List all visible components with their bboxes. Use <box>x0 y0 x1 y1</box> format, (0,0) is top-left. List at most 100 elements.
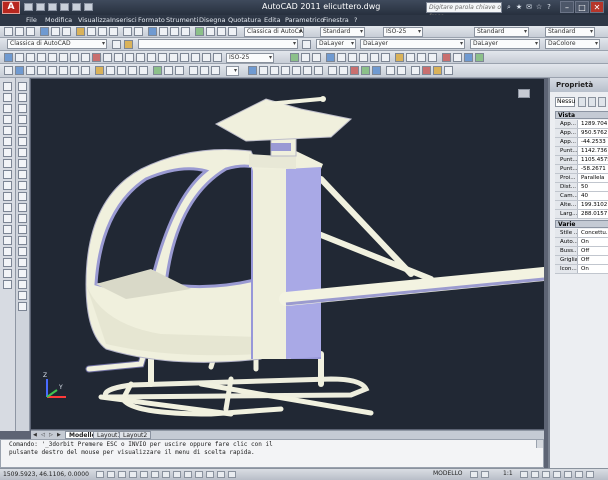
chamfer-icon[interactable] <box>18 236 27 245</box>
3d-object-snap-icon[interactable] <box>151 471 159 478</box>
realistic-icon[interactable] <box>464 53 473 62</box>
polygon-icon[interactable] <box>3 115 12 124</box>
union-icon[interactable] <box>153 66 162 75</box>
current-layer-dropdown[interactable] <box>138 39 298 49</box>
sw-iso-icon[interactable] <box>395 53 404 62</box>
extend-icon[interactable] <box>18 192 27 201</box>
revolve-icon[interactable] <box>128 66 137 75</box>
jogged-linear-icon[interactable] <box>180 53 189 62</box>
ducs-icon[interactable] <box>173 471 181 478</box>
torus-icon[interactable] <box>70 66 79 75</box>
dim-style-control-dropdown[interactable]: ISO-25 <box>226 53 274 63</box>
revcloud-icon[interactable] <box>3 159 12 168</box>
help-icon[interactable]: ? <box>545 3 553 11</box>
mirror-icon[interactable] <box>18 104 27 113</box>
cone-icon[interactable] <box>37 66 46 75</box>
dim-style-dropdown[interactable]: ISO-25 <box>383 27 423 37</box>
new-icon[interactable] <box>4 27 13 36</box>
ortho-mode-icon[interactable] <box>118 471 126 478</box>
isolate-objects-icon[interactable] <box>564 471 572 478</box>
property-value[interactable]: 1289.704 <box>579 120 608 128</box>
undo-icon[interactable] <box>123 27 132 36</box>
cut-icon[interactable] <box>76 27 85 36</box>
center-mark-icon[interactable] <box>158 53 167 62</box>
3d-rotate-icon[interactable] <box>200 66 209 75</box>
linear-dim-icon[interactable] <box>4 53 13 62</box>
menu-visualizza[interactable]: Visualizza <box>78 16 110 24</box>
section-vista[interactable]: Vista <box>555 111 608 119</box>
diameter-icon[interactable] <box>70 53 79 62</box>
otrack-icon[interactable] <box>162 471 170 478</box>
quick-view-drawings-icon[interactable] <box>481 471 489 478</box>
construction-line-icon[interactable] <box>3 93 12 102</box>
viewport-dropdown[interactable] <box>226 66 239 76</box>
conceptual-icon[interactable] <box>475 53 484 62</box>
ucs-view-icon[interactable] <box>303 66 312 75</box>
nw-iso-icon[interactable] <box>428 53 437 62</box>
free-orbit-icon[interactable] <box>301 53 310 62</box>
lineweight-dropdown[interactable]: DaLayer <box>470 39 540 49</box>
selection-cycling-icon[interactable] <box>228 471 236 478</box>
toggle-pickadd-icon[interactable] <box>578 97 586 107</box>
open-file-icon[interactable] <box>36 3 45 11</box>
line-icon[interactable] <box>3 82 12 91</box>
rectangle-icon[interactable] <box>3 126 12 135</box>
next-tab-icon[interactable]: ▷ <box>49 432 55 438</box>
layer-state-icon[interactable] <box>124 40 133 49</box>
move-icon[interactable] <box>18 137 27 146</box>
communication-center-icon[interactable]: ✉ <box>525 3 533 11</box>
menu-formato[interactable]: Formato <box>138 16 165 24</box>
menu-edita[interactable]: Edita <box>264 16 281 24</box>
rotate-icon[interactable] <box>18 148 27 157</box>
continuous-orbit-icon[interactable] <box>312 53 321 62</box>
layer-manager-icon[interactable] <box>112 40 121 49</box>
view-right-icon[interactable] <box>359 53 368 62</box>
tool-palettes-icon[interactable] <box>217 27 226 36</box>
close-button[interactable]: ✕ <box>590 1 604 13</box>
annotation-scale[interactable]: 1:1 <box>503 470 513 477</box>
mtext-icon[interactable] <box>3 280 12 289</box>
last-tab-icon[interactable]: ▶ <box>57 432 63 438</box>
sweep-icon[interactable] <box>117 66 126 75</box>
explode-icon[interactable] <box>18 258 27 267</box>
preview-icon[interactable] <box>51 27 60 36</box>
design-center-icon[interactable] <box>206 27 215 36</box>
inspection-icon[interactable] <box>169 53 178 62</box>
fillet-icon[interactable] <box>18 247 27 256</box>
offset-icon[interactable] <box>18 115 27 124</box>
menu-modifica[interactable]: Modifica <box>45 16 72 24</box>
grid-display-icon[interactable] <box>107 471 115 478</box>
select-objects-icon[interactable] <box>588 97 596 107</box>
space-icon[interactable] <box>125 53 134 62</box>
property-value[interactable]: Off <box>579 247 608 255</box>
print-icon[interactable] <box>40 27 49 36</box>
ellipse-arc-icon[interactable] <box>3 192 12 201</box>
ucs-icon[interactable] <box>248 66 257 75</box>
menu-finestra[interactable]: Finestra <box>323 16 349 24</box>
minimize-button[interactable]: – <box>560 1 574 13</box>
print-icon[interactable] <box>60 3 69 11</box>
menu-quotatura[interactable]: Quotatura <box>228 16 261 24</box>
box-icon[interactable] <box>15 66 24 75</box>
undo-icon[interactable] <box>72 3 81 11</box>
text-style-dropdown[interactable]: Standard <box>320 27 365 37</box>
copy-icon[interactable] <box>87 27 96 36</box>
circle-icon[interactable] <box>3 148 12 157</box>
drawing-viewport[interactable]: Z Y <box>31 79 544 429</box>
point-icon[interactable] <box>3 225 12 234</box>
ucs-origin-icon[interactable] <box>314 66 323 75</box>
property-value[interactable]: -44.2533 <box>579 138 608 146</box>
view-back-icon[interactable] <box>381 53 390 62</box>
zoom-realtime-icon[interactable] <box>159 27 168 36</box>
dim-text-edit-icon[interactable] <box>202 53 211 62</box>
se-iso-icon[interactable] <box>406 53 415 62</box>
arc-length-icon[interactable] <box>26 53 35 62</box>
clean-screen-icon[interactable] <box>586 471 594 478</box>
erase-icon[interactable] <box>18 82 27 91</box>
view-top-icon[interactable] <box>326 53 335 62</box>
open-icon[interactable] <box>15 27 24 36</box>
property-value[interactable]: On <box>579 238 608 246</box>
ucs-face-icon[interactable] <box>281 66 290 75</box>
trim-icon[interactable] <box>18 181 27 190</box>
region-icon[interactable] <box>3 258 12 267</box>
